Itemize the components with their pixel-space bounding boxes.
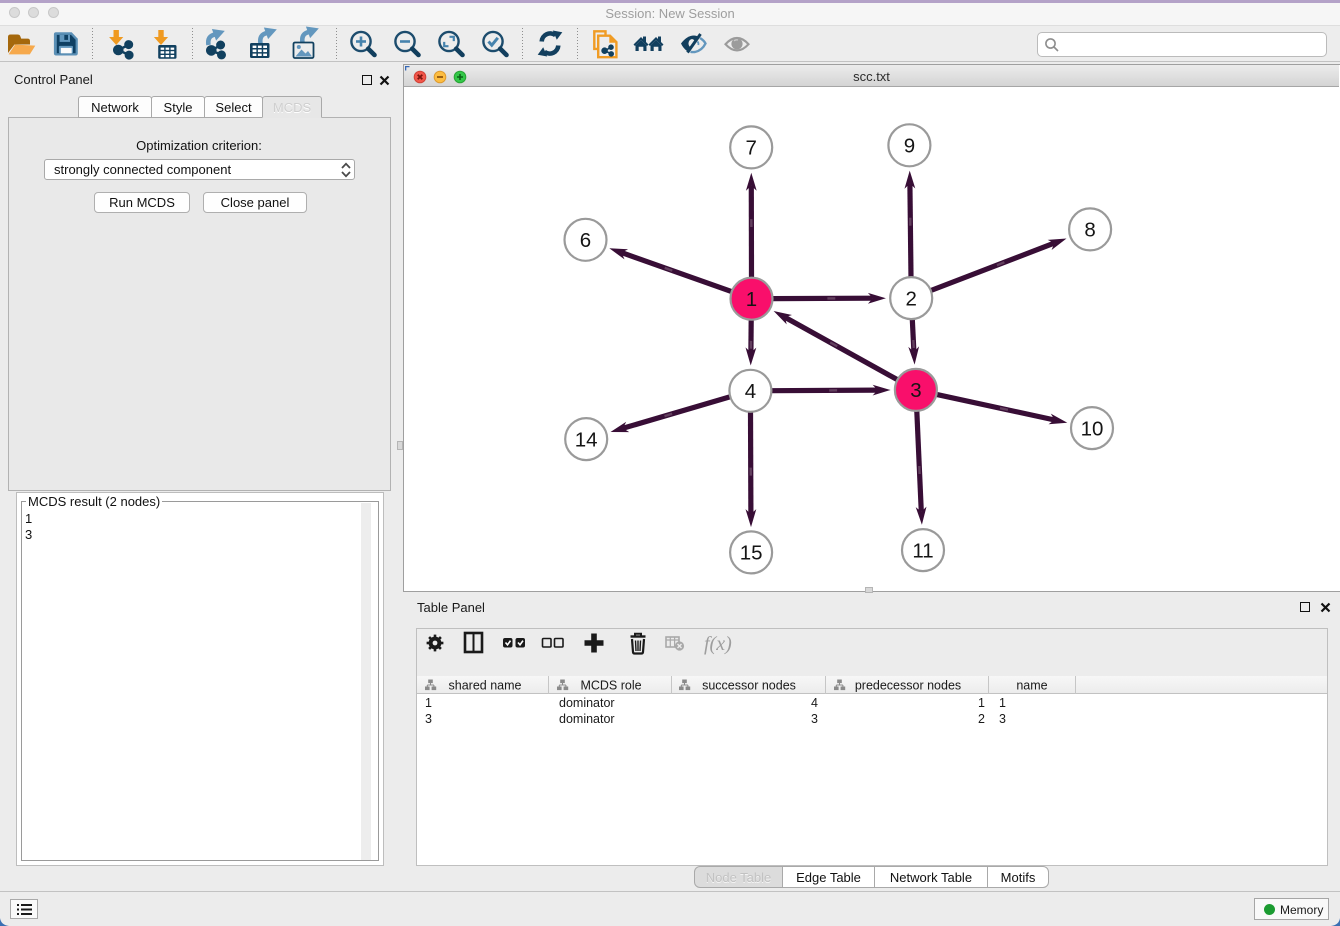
svg-text:f(x): f(x) bbox=[704, 633, 732, 655]
svg-text:4: 4 bbox=[745, 380, 756, 403]
svg-text:predecessor nodes: predecessor nodes bbox=[855, 679, 961, 693]
svg-text:10: 10 bbox=[1081, 417, 1104, 440]
svg-text:7: 7 bbox=[745, 137, 756, 160]
svg-text:15: 15 bbox=[740, 542, 763, 565]
svg-text:MCDS role: MCDS role bbox=[580, 679, 641, 693]
svg-text:11: 11 bbox=[912, 539, 933, 562]
svg-text:9: 9 bbox=[904, 135, 915, 158]
svg-text:successor nodes: successor nodes bbox=[702, 679, 796, 693]
svg-text:shared name: shared name bbox=[449, 679, 522, 693]
svg-text:2: 2 bbox=[905, 287, 916, 310]
svg-text:6: 6 bbox=[580, 229, 591, 252]
svg-text:8: 8 bbox=[1084, 219, 1095, 242]
svg-text:14: 14 bbox=[575, 428, 598, 451]
svg-text:name: name bbox=[1016, 679, 1047, 693]
svg-text:1: 1 bbox=[746, 288, 757, 311]
svg-text:3: 3 bbox=[910, 379, 921, 402]
